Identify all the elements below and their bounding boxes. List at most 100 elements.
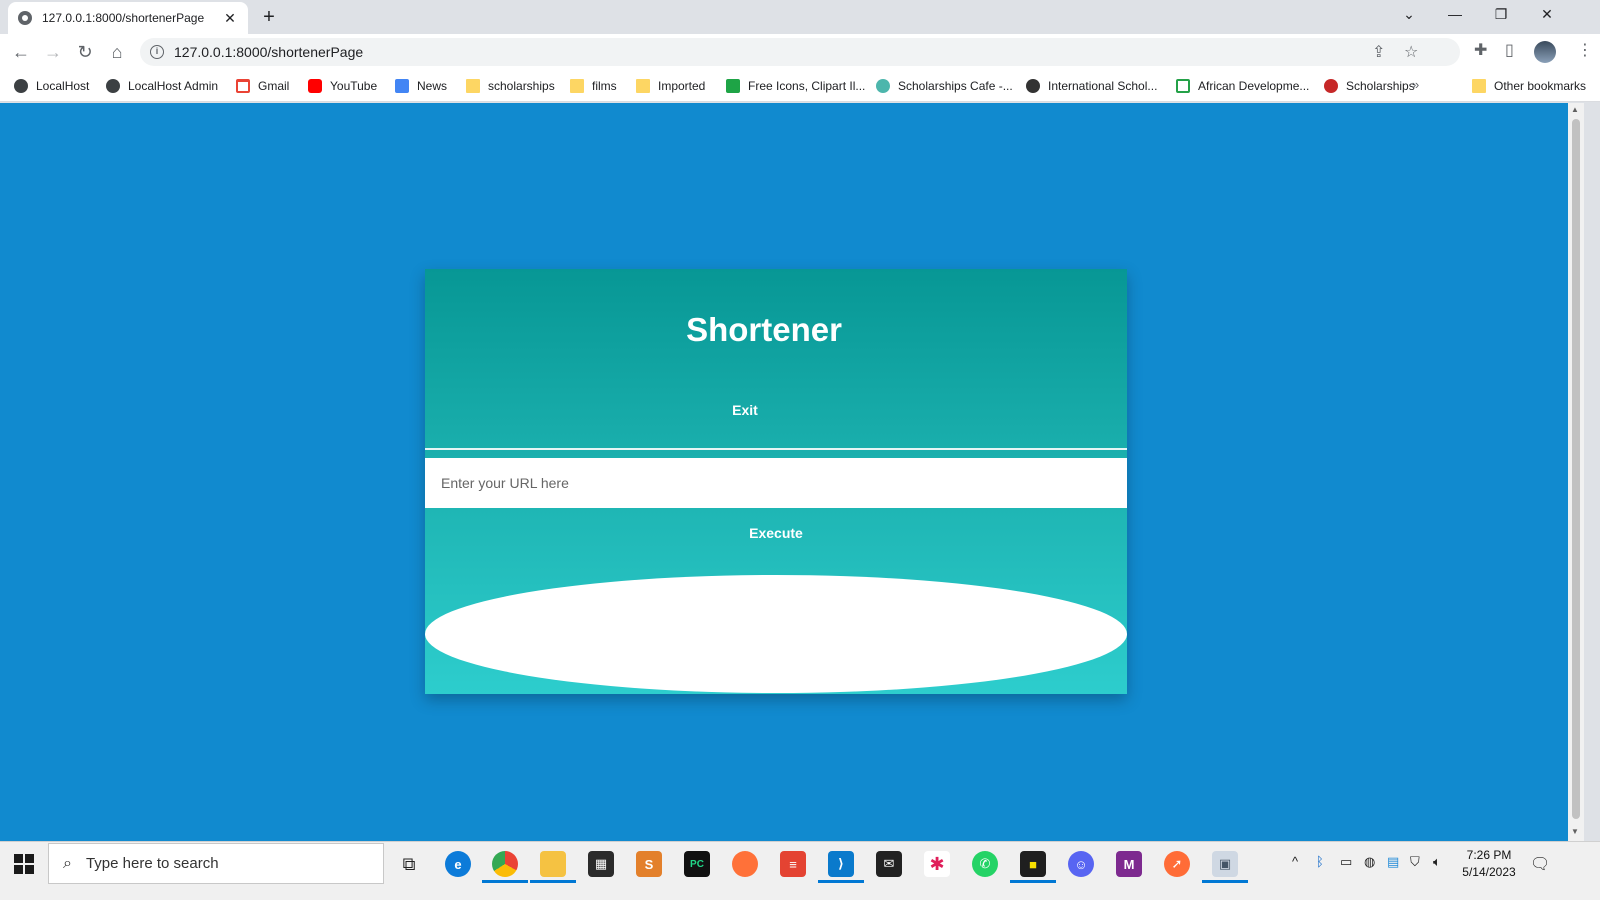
side-panel-icon[interactable]: ▯ [1505, 40, 1514, 60]
system-clock[interactable]: 7:26 PM 5/14/2023 [1452, 847, 1526, 881]
other-bookmarks[interactable]: Other bookmarks [1472, 77, 1586, 95]
exit-button[interactable]: Exit [715, 402, 775, 418]
window-edge [1584, 103, 1600, 841]
browser-titlebar: 127.0.0.1:8000/shortenerPage ✕ + ⌄ — ❐ ✕ [0, 0, 1600, 34]
address-bar[interactable]: i 127.0.0.1:8000/shortenerPage ⇪ ☆ [140, 38, 1460, 66]
active-app-indicator [818, 880, 864, 883]
notifications-icon[interactable]: 🗨︎ [1530, 854, 1550, 874]
security-icon[interactable]: ⛉ [1410, 854, 1420, 870]
bookmark-african-development[interactable]: African Developme... [1176, 77, 1309, 95]
site-info-icon[interactable]: i [150, 45, 164, 59]
browser-toolbar: ← → ↻ ⌂ i 127.0.0.1:8000/shortenerPage ⇪… [0, 34, 1600, 70]
browser-tab[interactable]: 127.0.0.1:8000/shortenerPage ✕ [8, 2, 248, 34]
bookmark-gmail[interactable]: Gmail [236, 77, 289, 95]
globe-icon [106, 79, 120, 93]
result-ellipse [425, 575, 1127, 693]
volume-icon[interactable]: 🔈︎ [1433, 854, 1441, 870]
close-window-button[interactable]: ✕ [1524, 0, 1570, 30]
home-icon[interactable]: ⌂ [102, 37, 132, 67]
bookmarks-overflow-icon[interactable]: » [1412, 77, 1419, 92]
forward-icon[interactable]: → [38, 37, 68, 67]
active-app-indicator [1202, 880, 1248, 883]
firefox-icon[interactable] [732, 851, 758, 877]
sticky-app-icon[interactable]: ■ [1020, 851, 1046, 877]
pycharm-icon[interactable]: PC [684, 851, 710, 877]
tab-search-icon[interactable]: ⌄ [1386, 0, 1432, 30]
page-title: Shortener [686, 311, 842, 348]
close-tab-icon[interactable]: ✕ [222, 10, 238, 27]
back-icon[interactable]: ← [6, 37, 36, 67]
ad-logo-icon [1176, 79, 1190, 93]
restore-button[interactable]: ❐ [1478, 0, 1524, 30]
active-app-indicator [530, 880, 576, 883]
postman-icon[interactable]: ➚ [1164, 851, 1190, 877]
graduation-cap-icon [1324, 79, 1338, 93]
minimize-button[interactable]: — [1432, 0, 1478, 30]
folder-icon [636, 79, 650, 93]
share-icon[interactable]: ⇪ [1372, 42, 1385, 62]
shortener-card: Shortener Exit Execute [425, 269, 1127, 694]
mail-icon[interactable]: ✉ [876, 851, 902, 877]
battery-icon[interactable]: ▭ [1340, 854, 1352, 870]
scrollbar-thumb[interactable] [1572, 119, 1580, 819]
bookmark-folder-imported[interactable]: Imported [636, 77, 705, 95]
bookmark-scholarships-cafe[interactable]: Scholarships Cafe -... [876, 77, 1013, 95]
windows-taskbar: ⌕ Type here to search ⧉ e ▦ S PC ≡ ⟩ ✉ ✱… [0, 841, 1600, 900]
menu-kebab-icon[interactable]: ⋮ [1577, 40, 1593, 60]
page-viewport: Shortener Exit Execute [0, 103, 1568, 841]
bookmark-free-icons[interactable]: Free Icons, Clipart Il... [726, 77, 865, 95]
taskbar-search-placeholder: Type here to search [85, 855, 219, 872]
bookmark-news[interactable]: News [395, 77, 447, 95]
address-url: 127.0.0.1:8000/shortenerPage [174, 44, 364, 60]
scroll-down-icon[interactable]: ▼ [1571, 827, 1579, 836]
bookmark-international-schol[interactable]: International Schol... [1026, 77, 1157, 95]
bookmark-youtube[interactable]: YouTube [308, 77, 377, 95]
windows-start-icon[interactable] [14, 854, 34, 874]
bookmark-folder-films[interactable]: films [570, 77, 617, 95]
bookmark-scholarships[interactable]: Scholarships [1324, 77, 1415, 95]
search-icon: ⌕ [63, 854, 72, 872]
folder-icon [1472, 79, 1486, 93]
clock-date: 5/14/2023 [1462, 865, 1516, 879]
discord-icon[interactable]: ☺ [1068, 851, 1094, 877]
new-tab-button[interactable]: + [256, 5, 282, 31]
gmail-icon [236, 79, 250, 93]
edge-icon[interactable]: e [445, 851, 471, 877]
globe-icon [18, 11, 32, 25]
bookmark-folder-scholarships[interactable]: scholarships [466, 77, 555, 95]
google-news-icon [395, 79, 409, 93]
reload-icon[interactable]: ↻ [70, 37, 100, 67]
active-app-indicator [1010, 880, 1056, 883]
clipart-icon [726, 79, 740, 93]
extensions-icon[interactable]: ✚ [1474, 40, 1487, 60]
execute-button[interactable]: Execute [425, 525, 1127, 541]
task-view-icon[interactable]: ⧉ [396, 851, 422, 877]
bookmark-localhost-admin[interactable]: LocalHost Admin [106, 77, 218, 95]
tab-title: 127.0.0.1:8000/shortenerPage [42, 11, 205, 25]
slack-icon[interactable]: ✱ [924, 851, 950, 877]
whatsapp-icon[interactable]: ✆ [972, 851, 998, 877]
hand-icon [1026, 79, 1040, 93]
page-scrollbar[interactable]: ▲ ▼ [1568, 103, 1584, 841]
store-icon[interactable]: ▦ [588, 851, 614, 877]
globe-icon [14, 79, 28, 93]
sublime-text-icon[interactable]: S [636, 851, 662, 877]
bookmark-star-icon[interactable]: ☆ [1404, 42, 1418, 62]
chrome-icon[interactable] [492, 851, 518, 877]
vscode-icon[interactable]: ⟩ [828, 851, 854, 877]
network-icon[interactable]: ◍ [1364, 854, 1375, 870]
bookmark-localhost[interactable]: LocalHost [14, 77, 89, 95]
display-icon[interactable]: ▤ [1387, 854, 1399, 870]
show-hidden-icons[interactable]: ^ [1292, 854, 1298, 869]
bluetooth-icon[interactable]: ᛒ [1316, 854, 1324, 869]
file-explorer-icon[interactable] [540, 851, 566, 877]
m-app-icon[interactable]: M [1116, 851, 1142, 877]
url-input[interactable] [425, 458, 1127, 508]
todoist-icon[interactable]: ≡ [780, 851, 806, 877]
bookmarks-bar: LocalHost LocalHost Admin Gmail YouTube … [0, 70, 1600, 102]
folder-icon [466, 79, 480, 93]
photos-icon[interactable]: ▣ [1212, 851, 1238, 877]
scroll-up-icon[interactable]: ▲ [1571, 105, 1579, 114]
taskbar-search[interactable]: ⌕ Type here to search [48, 843, 384, 884]
profile-avatar[interactable] [1534, 41, 1556, 63]
